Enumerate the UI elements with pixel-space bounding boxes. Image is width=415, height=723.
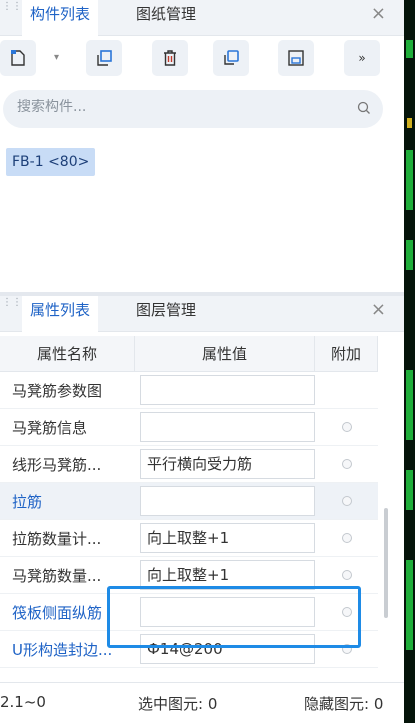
more-tools-button[interactable]: »: [344, 40, 380, 76]
column-header-value: 属性值: [135, 336, 315, 372]
property-extra: [315, 496, 378, 506]
chevron-down-icon[interactable]: ▾: [54, 52, 59, 63]
property-extra: [315, 533, 378, 543]
double-chevron-icon: »: [358, 51, 366, 65]
component-item-fb-1[interactable]: FB-1 <80>: [6, 148, 96, 176]
column-header-extra: 附加: [315, 336, 378, 372]
extra-checkbox[interactable]: [341, 607, 352, 617]
extra-checkbox[interactable]: [341, 644, 352, 654]
property-row[interactable]: 筏板侧面纵筋: [0, 594, 378, 631]
property-list-panel: ⋮⋮ 属性列表 图层管理 × 属性名称 属性值 附加 马凳筋参数图 马凳筋信息 …: [0, 296, 404, 682]
property-row[interactable]: 马凳筋数量... 向上取整+1: [0, 557, 378, 594]
property-value[interactable]: Ф14@200: [140, 634, 315, 664]
new-file-icon: [11, 50, 25, 66]
new-component-button[interactable]: [0, 40, 36, 76]
property-name: 马凳筋参数图: [12, 381, 103, 400]
close-icon[interactable]: ×: [371, 4, 386, 24]
property-name: 马凳筋数量...: [12, 566, 102, 585]
search-input[interactable]: [17, 99, 337, 115]
property-row[interactable]: 线形马凳筋... 平行横向受力筋: [0, 446, 378, 483]
property-value[interactable]: 向上取整+1: [140, 523, 315, 553]
property-row[interactable]: 马凳筋参数图: [0, 372, 378, 409]
property-name: U形构造封边...: [12, 640, 113, 659]
tab-property-list[interactable]: 属性列表: [22, 296, 99, 332]
component-list-panel: ⋮⋮ 构件列表 图纸管理 × ▾ » 搜索构件... FB-1 <80>: [0, 0, 404, 292]
extra-checkbox[interactable]: [341, 570, 352, 580]
vertical-scrollbar[interactable]: [384, 508, 388, 618]
extra-checkbox[interactable]: [341, 496, 352, 506]
extra-checkbox[interactable]: [341, 422, 352, 432]
property-table: 属性名称 属性值 附加 马凳筋参数图 马凳筋信息 线形马凳筋... 平行横向受力…: [0, 336, 378, 668]
search-icon[interactable]: [357, 101, 371, 115]
extra-checkbox[interactable]: [341, 459, 352, 469]
tab-drawing-management[interactable]: 图纸管理: [128, 0, 204, 36]
property-value[interactable]: 向上取整+1: [140, 560, 315, 590]
property-extra: [315, 570, 378, 580]
drag-grip-icon[interactable]: ⋮⋮: [2, 2, 22, 20]
property-name: 拉筋: [12, 492, 43, 511]
property-extra: [315, 607, 378, 617]
property-row[interactable]: 拉筋: [0, 483, 378, 520]
property-name: 拉筋数量计...: [12, 529, 102, 548]
property-extra: [315, 644, 378, 654]
property-table-header: 属性名称 属性值 附加: [0, 336, 378, 372]
drag-grip-icon[interactable]: ⋮⋮: [2, 298, 22, 316]
component-toolbar: ▾ »: [0, 40, 404, 80]
trash-icon: [164, 50, 176, 66]
property-name: 筏板侧面纵筋: [12, 603, 103, 622]
extra-checkbox[interactable]: [341, 533, 352, 543]
property-value[interactable]: [140, 486, 315, 516]
copy-icon: [97, 50, 112, 66]
property-row[interactable]: U形构造封边... Ф14@200: [0, 631, 378, 668]
property-value[interactable]: [140, 412, 315, 442]
save-template-button[interactable]: [278, 40, 314, 76]
property-row[interactable]: 马凳筋信息: [0, 409, 378, 446]
status-bar: 2.1~0 选中图元: 0 隐藏图元: 0: [0, 682, 415, 723]
close-icon[interactable]: ×: [371, 300, 386, 320]
drawing-canvas[interactable]: [404, 0, 415, 723]
copy-component-button[interactable]: [86, 40, 122, 76]
property-name: 马凳筋信息: [12, 418, 88, 437]
component-search: [3, 90, 383, 128]
status-range: 2.1~0: [0, 693, 46, 711]
property-row[interactable]: 拉筋数量计... 向上取整+1: [0, 520, 378, 557]
property-extra: [315, 422, 378, 432]
duplicate-floor-button[interactable]: [213, 40, 249, 76]
delete-component-button[interactable]: [152, 40, 188, 76]
property-value[interactable]: [140, 597, 315, 627]
tab-layer-management[interactable]: 图层管理: [128, 296, 204, 332]
save-icon: [288, 50, 304, 66]
status-hidden-count: 隐藏图元: 0: [304, 695, 384, 713]
property-value[interactable]: 平行横向受力筋: [140, 449, 315, 479]
property-name: 线形马凳筋...: [12, 455, 102, 474]
property-extra: [315, 459, 378, 469]
property-panel-tabbar: ⋮⋮ 属性列表 图层管理 ×: [0, 296, 404, 332]
layers-copy-icon: [224, 50, 239, 65]
tab-component-list[interactable]: 构件列表: [22, 0, 99, 36]
component-panel-tabbar: ⋮⋮ 构件列表 图纸管理 ×: [0, 0, 404, 36]
column-header-name: 属性名称: [0, 336, 135, 372]
status-selected-count: 选中图元: 0: [138, 695, 218, 713]
property-value[interactable]: [140, 375, 315, 405]
